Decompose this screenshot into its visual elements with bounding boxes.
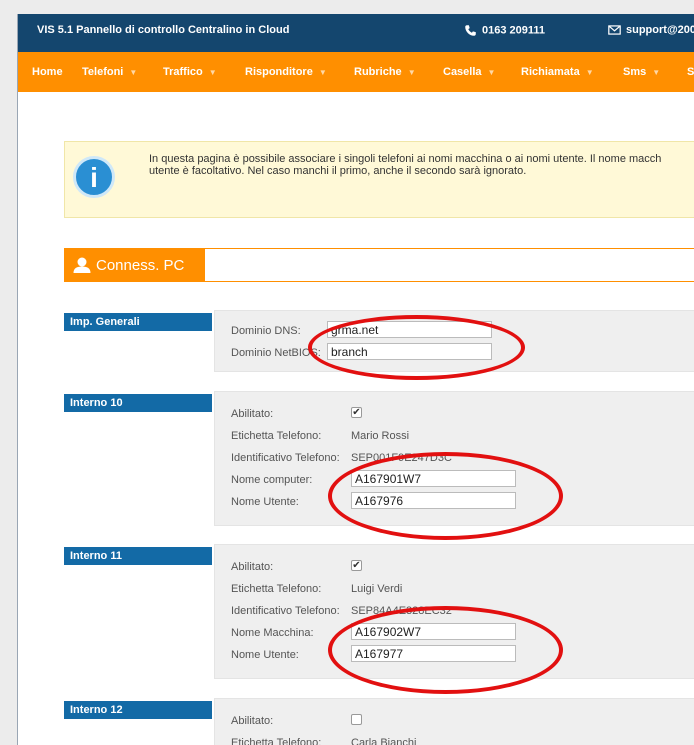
group-label-interno-11: Interno 11 xyxy=(64,547,212,565)
caret-down-icon: ▼ xyxy=(407,67,416,77)
caret-down-icon: ▼ xyxy=(208,67,217,77)
dns-label: Dominio DNS: xyxy=(231,325,301,337)
info-text: In questa pagina è possibile associare i… xyxy=(149,153,662,177)
app-title: VIS 5.1 Pannello di controllo Centralino… xyxy=(37,24,290,36)
app-window: VIS 5.1 Pannello di controllo Centralino… xyxy=(17,14,694,745)
caret-down-icon: ▼ xyxy=(129,67,138,77)
tag-value: Carla Bianchi xyxy=(351,737,417,745)
panel-general: Dominio DNS: Dominio NetBIOS: xyxy=(214,310,694,372)
enabled-checkbox[interactable]: ✔ xyxy=(351,407,362,418)
nav-telefoni[interactable]: Telefoni ▼ xyxy=(82,66,137,78)
panel-interno-11: Abilitato: ✔ Etichetta Telefono: Luigi V… xyxy=(214,544,694,679)
panel-interno-12: Abilitato: Etichetta Telefono: Carla Bia… xyxy=(214,698,694,745)
phone-number: 0163 209111 xyxy=(482,24,546,37)
person-icon xyxy=(73,257,91,273)
phone-contact[interactable]: 0163 209111 xyxy=(464,24,545,37)
group-label-interno-12: Interno 12 xyxy=(64,701,212,719)
dns-input[interactable] xyxy=(327,321,492,338)
caret-down-icon: ▼ xyxy=(585,67,594,77)
section-header: Conness. PC xyxy=(64,248,694,282)
nav-casella[interactable]: Casella ▼ xyxy=(443,66,495,78)
machine-name-input[interactable] xyxy=(351,623,516,640)
top-bar: VIS 5.1 Pannello di controllo Centralino… xyxy=(18,14,694,52)
panel-interno-10: Abilitato: ✔ Etichetta Telefono: Mario R… xyxy=(214,391,694,526)
phone-icon xyxy=(465,25,476,36)
info-icon: i xyxy=(73,156,115,198)
netbios-label: Dominio NetBIOS: xyxy=(231,347,321,359)
nav-more[interactable]: S xyxy=(687,66,694,78)
nav-home[interactable]: Home xyxy=(32,66,63,78)
nav-richiamata[interactable]: Richiamata ▼ xyxy=(521,66,594,78)
info-box: i In questa pagina è possibile associare… xyxy=(64,141,694,218)
enabled-checkbox[interactable]: ✔ xyxy=(351,560,362,571)
nav-sms[interactable]: Sms ▼ xyxy=(623,66,660,78)
computer-name-input[interactable] xyxy=(351,470,516,487)
caret-down-icon: ▼ xyxy=(487,67,496,77)
id-value: SEP001F9E247D3C xyxy=(351,452,452,464)
netbios-input[interactable] xyxy=(327,343,492,360)
mail-icon xyxy=(608,25,621,35)
section-title: Conness. PC xyxy=(96,257,185,274)
nav-risponditore[interactable]: Risponditore ▼ xyxy=(245,66,327,78)
user-name-input[interactable] xyxy=(351,492,516,509)
email-contact[interactable]: support@200 xyxy=(608,24,694,36)
group-label-interno-10: Interno 10 xyxy=(64,394,212,412)
nav-traffico[interactable]: Traffico ▼ xyxy=(163,66,217,78)
id-value: SEP84A4E328EC32 xyxy=(351,605,452,617)
email-address: support@200 xyxy=(626,24,694,36)
tag-value: Luigi Verdi xyxy=(351,583,403,595)
tag-value: Mario Rossi xyxy=(351,430,410,442)
user-name-input[interactable] xyxy=(351,645,516,662)
nav-rubriche[interactable]: Rubriche ▼ xyxy=(354,66,416,78)
caret-down-icon: ▼ xyxy=(652,67,661,77)
group-label-general: Imp. Generali xyxy=(64,313,212,331)
main-nav: Home Telefoni ▼ Traffico ▼ Risponditore ▼ R… xyxy=(18,52,694,92)
section-tab[interactable]: Conness. PC xyxy=(65,249,205,281)
caret-down-icon: ▼ xyxy=(318,67,327,77)
enabled-checkbox[interactable] xyxy=(351,714,362,725)
